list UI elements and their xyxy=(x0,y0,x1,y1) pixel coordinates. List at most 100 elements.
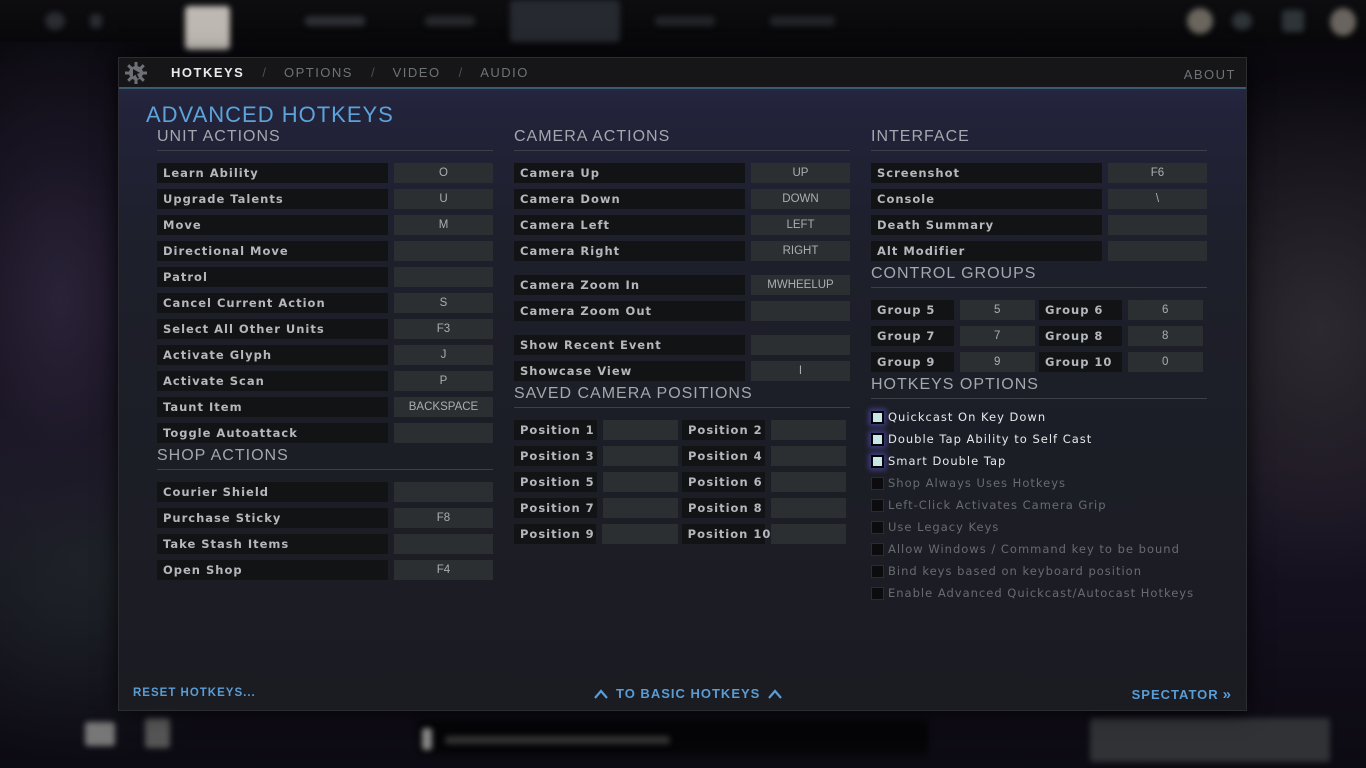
hotkey-row: Select All Other Units F3 xyxy=(157,319,493,339)
hotkey-label: Position 10 xyxy=(681,524,770,544)
hotkey-row: Courier Shield xyxy=(157,482,493,502)
hotkey-binding-button[interactable]: I xyxy=(751,361,850,381)
hotkey-binding-button[interactable] xyxy=(602,472,678,492)
hotkey-binding-button[interactable] xyxy=(394,267,493,287)
hotkey-row: Camera Left LEFT xyxy=(514,215,850,235)
tab-options[interactable]: OPTIONS xyxy=(284,65,353,80)
checkbox-unchecked[interactable] xyxy=(871,542,884,556)
checkbox-checked[interactable] xyxy=(871,432,884,446)
hotkey-option-checkbox-row[interactable]: Bind keys based on keyboard position xyxy=(871,560,1207,582)
checkbox-unchecked[interactable] xyxy=(871,586,884,600)
to-basic-hotkeys-button[interactable]: TO BASIC HOTKEYS xyxy=(594,686,783,701)
section-title-interface: INTERFACE xyxy=(871,128,1207,151)
hotkey-option-checkbox-row[interactable]: Shop Always Uses Hotkeys xyxy=(871,472,1207,494)
checkbox-checked[interactable] xyxy=(871,454,884,468)
hotkey-binding-button[interactable] xyxy=(770,524,847,544)
hotkey-binding-button[interactable] xyxy=(751,335,850,355)
hotkey-binding-button[interactable]: S xyxy=(394,293,493,313)
hotkey-binding-button[interactable]: P xyxy=(394,371,493,391)
hotkey-binding-button[interactable]: J xyxy=(394,345,493,365)
hotkey-binding-button[interactable] xyxy=(770,472,846,492)
hotkey-label: Cancel Current Action xyxy=(157,293,388,313)
hotkey-grid-row: Group 5 5 Group 66 xyxy=(871,300,1207,320)
hotkey-binding-button[interactable] xyxy=(751,301,850,321)
hotkey-binding-button[interactable]: RIGHT xyxy=(751,241,850,261)
hotkey-binding-button[interactable]: M xyxy=(394,215,493,235)
hotkey-binding-button[interactable]: F6 xyxy=(1108,163,1207,183)
tab-hotkeys[interactable]: HOTKEYS xyxy=(171,65,244,80)
hotkey-binding-button[interactable]: 7 xyxy=(959,326,1035,346)
hotkey-binding-button[interactable]: 9 xyxy=(959,352,1035,372)
hotkey-binding-button[interactable]: DOWN xyxy=(751,189,850,209)
tab-separator: / xyxy=(458,65,463,80)
hotkey-binding-button[interactable] xyxy=(394,423,493,443)
hotkey-label: Camera Right xyxy=(514,241,745,261)
column-unit-shop: UNIT ACTIONS Learn Ability O Upgrade Talen… xyxy=(157,128,493,586)
option-label: Shop Always Uses Hotkeys xyxy=(888,476,1066,490)
checkbox-unchecked[interactable] xyxy=(871,498,884,512)
hotkey-binding-button[interactable] xyxy=(770,420,846,440)
reset-hotkeys-button[interactable]: RESET HOTKEYS... xyxy=(133,687,256,699)
hotkey-binding-button[interactable]: 5 xyxy=(959,300,1035,320)
tab-separator: / xyxy=(262,65,266,80)
hotkey-binding-button[interactable]: 6 xyxy=(1127,300,1203,320)
hotkey-option-checkbox-row[interactable]: Enable Advanced Quickcast/Autocast Hotke… xyxy=(871,582,1207,604)
hotkey-binding-button[interactable] xyxy=(602,446,678,466)
hotkey-option-checkbox-row[interactable]: Allow Windows / Command key to be bound xyxy=(871,538,1207,560)
hotkey-binding-button[interactable] xyxy=(394,534,493,554)
hotkey-label: Upgrade Talents xyxy=(157,189,388,209)
hotkey-option-checkbox-row[interactable]: Left-Click Activates Camera Grip xyxy=(871,494,1207,516)
blurred-nav-item xyxy=(305,16,365,26)
blurred-nav-item xyxy=(425,16,475,26)
hotkey-option-checkbox-row[interactable]: Smart Double Tap xyxy=(871,450,1207,472)
hotkey-label: Group 9 xyxy=(871,352,954,372)
hotkey-label: Death Summary xyxy=(871,215,1102,235)
about-link[interactable]: ABOUT xyxy=(1184,67,1236,82)
settings-dialog: HOTKEYS / OPTIONS / VIDEO / AUDIO ABOUT … xyxy=(118,57,1247,711)
hotkey-binding-button[interactable] xyxy=(394,482,493,502)
hotkey-label: Camera Zoom In xyxy=(514,275,745,295)
hotkey-grid-row: Position 9 Position 10 xyxy=(514,524,850,544)
hotkey-binding-button[interactable]: F4 xyxy=(394,560,493,580)
hotkey-binding-button[interactable]: U xyxy=(394,189,493,209)
section-title-unit-actions: UNIT ACTIONS xyxy=(157,128,493,151)
tab-video[interactable]: VIDEO xyxy=(393,65,441,80)
tab-audio[interactable]: AUDIO xyxy=(480,65,529,80)
checkbox-unchecked[interactable] xyxy=(871,476,884,490)
shop-actions-list: Courier Shield Purchase Sticky F8 Take Stas… xyxy=(157,482,493,580)
blurred-chat-text xyxy=(445,736,670,744)
option-label: Allow Windows / Command key to be bound xyxy=(888,542,1180,556)
row-spacer xyxy=(514,267,850,275)
checkbox-unchecked[interactable] xyxy=(871,564,884,578)
hotkey-binding-button[interactable] xyxy=(602,420,678,440)
hotkey-binding-button[interactable]: F3 xyxy=(394,319,493,339)
hotkey-binding-button[interactable] xyxy=(1108,215,1207,235)
checkbox-checked[interactable] xyxy=(871,410,884,424)
hotkey-binding-button[interactable] xyxy=(770,446,846,466)
hotkey-binding-button[interactable]: \ xyxy=(1108,189,1207,209)
hotkey-binding-button[interactable]: BACKSPACE xyxy=(394,397,493,417)
hotkey-label: Take Stash Items xyxy=(157,534,388,554)
hotkey-binding-button[interactable]: UP xyxy=(751,163,850,183)
hotkey-binding-button[interactable]: MWHEELUP xyxy=(751,275,850,295)
hotkey-binding-button[interactable] xyxy=(394,241,493,261)
hotkey-binding-button[interactable] xyxy=(770,498,846,518)
hotkey-binding-button[interactable] xyxy=(1108,241,1207,261)
hotkey-binding-button[interactable]: F8 xyxy=(394,508,493,528)
blurred-nav-icon xyxy=(1232,12,1252,30)
hotkey-binding-button[interactable]: LEFT xyxy=(751,215,850,235)
hotkey-option-checkbox-row[interactable]: Use Legacy Keys xyxy=(871,516,1207,538)
hotkey-label: Camera Down xyxy=(514,189,745,209)
hotkey-binding-button[interactable] xyxy=(602,524,678,544)
hotkey-row: Camera Up UP xyxy=(514,163,850,183)
spectator-button[interactable]: SPECTATOR » xyxy=(1132,686,1232,703)
hotkey-option-checkbox-row[interactable]: Double Tap Ability to Self Cast xyxy=(871,428,1207,450)
hotkey-binding-button[interactable] xyxy=(602,498,678,518)
checkbox-unchecked[interactable] xyxy=(871,520,884,534)
hotkey-binding-button[interactable]: O xyxy=(394,163,493,183)
hotkey-binding-button[interactable]: 8 xyxy=(1127,326,1203,346)
settings-gear-icon[interactable] xyxy=(122,59,150,87)
tab-separator: / xyxy=(370,65,375,80)
hotkey-option-checkbox-row[interactable]: Quickcast On Key Down xyxy=(871,406,1207,428)
hotkey-binding-button[interactable]: 0 xyxy=(1127,352,1203,372)
